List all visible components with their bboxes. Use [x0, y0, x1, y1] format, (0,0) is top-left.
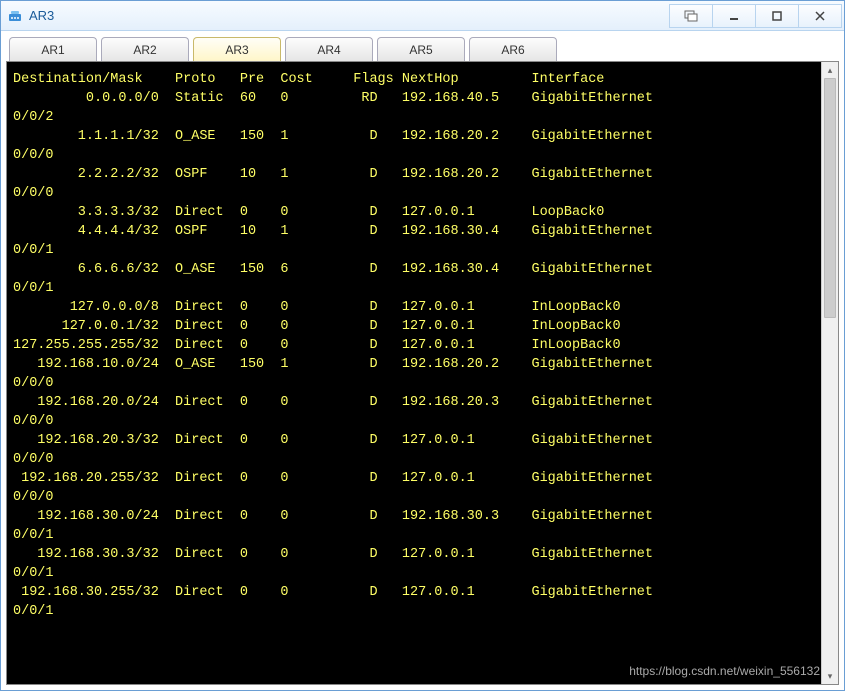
terminal-line: 2.2.2.2/32 OSPF 10 1 D 192.168.20.2 Giga…	[13, 165, 819, 184]
titlebar: AR3	[1, 1, 844, 31]
terminal-line: 4.4.4.4/32 OSPF 10 1 D 192.168.30.4 Giga…	[13, 222, 819, 241]
terminal-line: 0/0/0	[13, 488, 819, 507]
scroll-thumb[interactable]	[824, 78, 836, 318]
terminal-line: 127.255.255.255/32 Direct 0 0 D 127.0.0.…	[13, 336, 819, 355]
terminal-line: 192.168.20.3/32 Direct 0 0 D 127.0.0.1 G…	[13, 431, 819, 450]
tab-ar6[interactable]: AR6	[469, 37, 557, 61]
terminal-line: 0/0/0	[13, 184, 819, 203]
terminal-line: 192.168.30.255/32 Direct 0 0 D 127.0.0.1…	[13, 583, 819, 602]
terminal-line: 192.168.20.255/32 Direct 0 0 D 127.0.0.1…	[13, 469, 819, 488]
terminal-container: Destination/Mask Proto Pre Cost Flags Ne…	[6, 61, 839, 685]
terminal-line: 0/0/0	[13, 412, 819, 431]
tab-ar4[interactable]: AR4	[285, 37, 373, 61]
terminal-line: 6.6.6.6/32 O_ASE 150 6 D 192.168.30.4 Gi…	[13, 260, 819, 279]
vertical-scrollbar[interactable]: ▴ ▾	[821, 62, 838, 684]
tab-bar: AR1AR2AR3AR4AR5AR6	[1, 31, 844, 61]
terminal-line: Destination/Mask Proto Pre Cost Flags Ne…	[13, 70, 819, 89]
window-controls	[670, 4, 842, 28]
scroll-up-arrow[interactable]: ▴	[822, 62, 838, 78]
window-title: AR3	[29, 8, 670, 23]
maximize-button[interactable]	[755, 4, 799, 28]
terminal-line: 0/0/1	[13, 564, 819, 583]
tab-ar1[interactable]: AR1	[9, 37, 97, 61]
minimize-button[interactable]	[712, 4, 756, 28]
application-window: AR3 AR1AR2AR3AR4AR5AR6 Destination/Mask …	[0, 0, 845, 691]
terminal-line: 192.168.30.0/24 Direct 0 0 D 192.168.30.…	[13, 507, 819, 526]
tab-ar5[interactable]: AR5	[377, 37, 465, 61]
terminal-output[interactable]: Destination/Mask Proto Pre Cost Flags Ne…	[7, 62, 821, 684]
terminal-line: 0/0/0	[13, 374, 819, 393]
tab-ar3[interactable]: AR3	[193, 37, 281, 61]
terminal-line: 3.3.3.3/32 Direct 0 0 D 127.0.0.1 LoopBa…	[13, 203, 819, 222]
terminal-line: 0.0.0.0/0 Static 60 0 RD 192.168.40.5 Gi…	[13, 89, 819, 108]
options-button[interactable]	[669, 4, 713, 28]
close-button[interactable]	[798, 4, 842, 28]
terminal-line: 192.168.30.3/32 Direct 0 0 D 127.0.0.1 G…	[13, 545, 819, 564]
scroll-track[interactable]	[822, 78, 838, 668]
terminal-line: 0/0/1	[13, 241, 819, 260]
terminal-line: 0/0/2	[13, 108, 819, 127]
terminal-line: 127.0.0.0/8 Direct 0 0 D 127.0.0.1 InLoo…	[13, 298, 819, 317]
terminal-line: 0/0/0	[13, 450, 819, 469]
app-icon	[7, 8, 23, 24]
terminal-line: 192.168.10.0/24 O_ASE 150 1 D 192.168.20…	[13, 355, 819, 374]
tab-ar2[interactable]: AR2	[101, 37, 189, 61]
scroll-down-arrow[interactable]: ▾	[822, 668, 838, 684]
terminal-line: 1.1.1.1/32 O_ASE 150 1 D 192.168.20.2 Gi…	[13, 127, 819, 146]
terminal-line: 0/0/0	[13, 146, 819, 165]
terminal-line: 192.168.20.0/24 Direct 0 0 D 192.168.20.…	[13, 393, 819, 412]
terminal-line: 0/0/1	[13, 602, 819, 621]
terminal-line: 0/0/1	[13, 526, 819, 545]
terminal-line: 127.0.0.1/32 Direct 0 0 D 127.0.0.1 InLo…	[13, 317, 819, 336]
terminal-line: 0/0/1	[13, 279, 819, 298]
